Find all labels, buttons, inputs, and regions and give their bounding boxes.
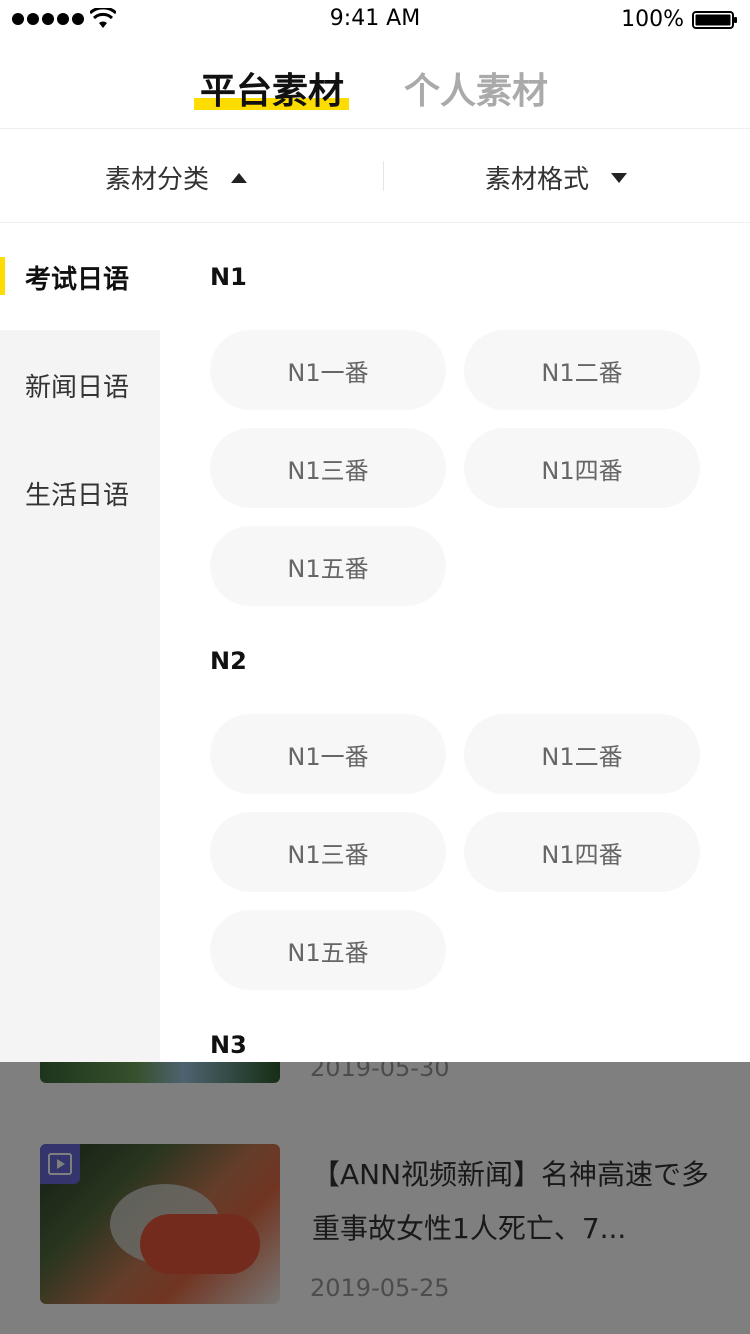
level-chip[interactable]: N1五番 — [210, 910, 446, 990]
section-title: N2 — [210, 647, 247, 675]
level-chip[interactable]: N1三番 — [210, 428, 446, 508]
dropdown-backdrop[interactable] — [0, 1062, 750, 1334]
level-chip[interactable]: N1三番 — [210, 812, 446, 892]
material-tabs: 平台素材 个人素材 — [0, 40, 750, 129]
tab-personal-materials[interactable]: 个人素材 — [404, 62, 548, 114]
filter-divider — [383, 161, 384, 191]
category-filter-label: 素材分类 — [105, 165, 210, 195]
battery-percent: 100% — [621, 7, 684, 32]
tab-label: 平台素材 — [200, 71, 345, 112]
section-title: N1 — [210, 263, 247, 291]
level-chip[interactable]: N1二番 — [464, 330, 700, 410]
caret-down-icon — [611, 172, 628, 183]
caret-up-icon — [231, 172, 248, 183]
level-chip[interactable]: N1一番 — [210, 714, 446, 794]
sidebar-item-news-japanese[interactable]: 新闻日语 — [0, 331, 160, 438]
sidebar-item-label: 生活日语 — [25, 481, 130, 511]
category-content: N1 N1一番 N1二番 N1三番 N1四番 N1五番 N2 N1一番 N1二番… — [160, 223, 750, 1062]
filter-bar: 素材分类 素材格式 — [0, 129, 750, 223]
sidebar-item-life-japanese[interactable]: 生活日语 — [0, 439, 160, 546]
sidebar-item-exam-japanese[interactable]: 考试日语 — [0, 223, 160, 330]
category-filter-button[interactable]: 素材分类 — [105, 159, 248, 196]
level-chip[interactable]: N1五番 — [210, 526, 446, 606]
active-indicator — [0, 257, 5, 295]
level-chip[interactable]: N1四番 — [464, 428, 700, 508]
level-chip[interactable]: N1一番 — [210, 330, 446, 410]
level-chip[interactable]: N1二番 — [464, 714, 700, 794]
status-bar: 9:41 AM 100% — [0, 0, 750, 40]
level-chip[interactable]: N1四番 — [464, 812, 700, 892]
format-filter-label: 素材格式 — [485, 165, 590, 195]
battery-icon — [692, 11, 737, 29]
tab-label: 个人素材 — [404, 71, 549, 112]
sidebar-item-label: 考试日语 — [25, 265, 130, 295]
section-title: N3 — [210, 1031, 247, 1059]
format-filter-button[interactable]: 素材格式 — [485, 159, 628, 196]
tab-platform-materials[interactable]: 平台素材 — [200, 62, 344, 114]
sidebar-item-label: 新闻日语 — [25, 373, 130, 403]
category-sidebar: 考试日语 新闻日语 生活日语 — [0, 223, 160, 1062]
